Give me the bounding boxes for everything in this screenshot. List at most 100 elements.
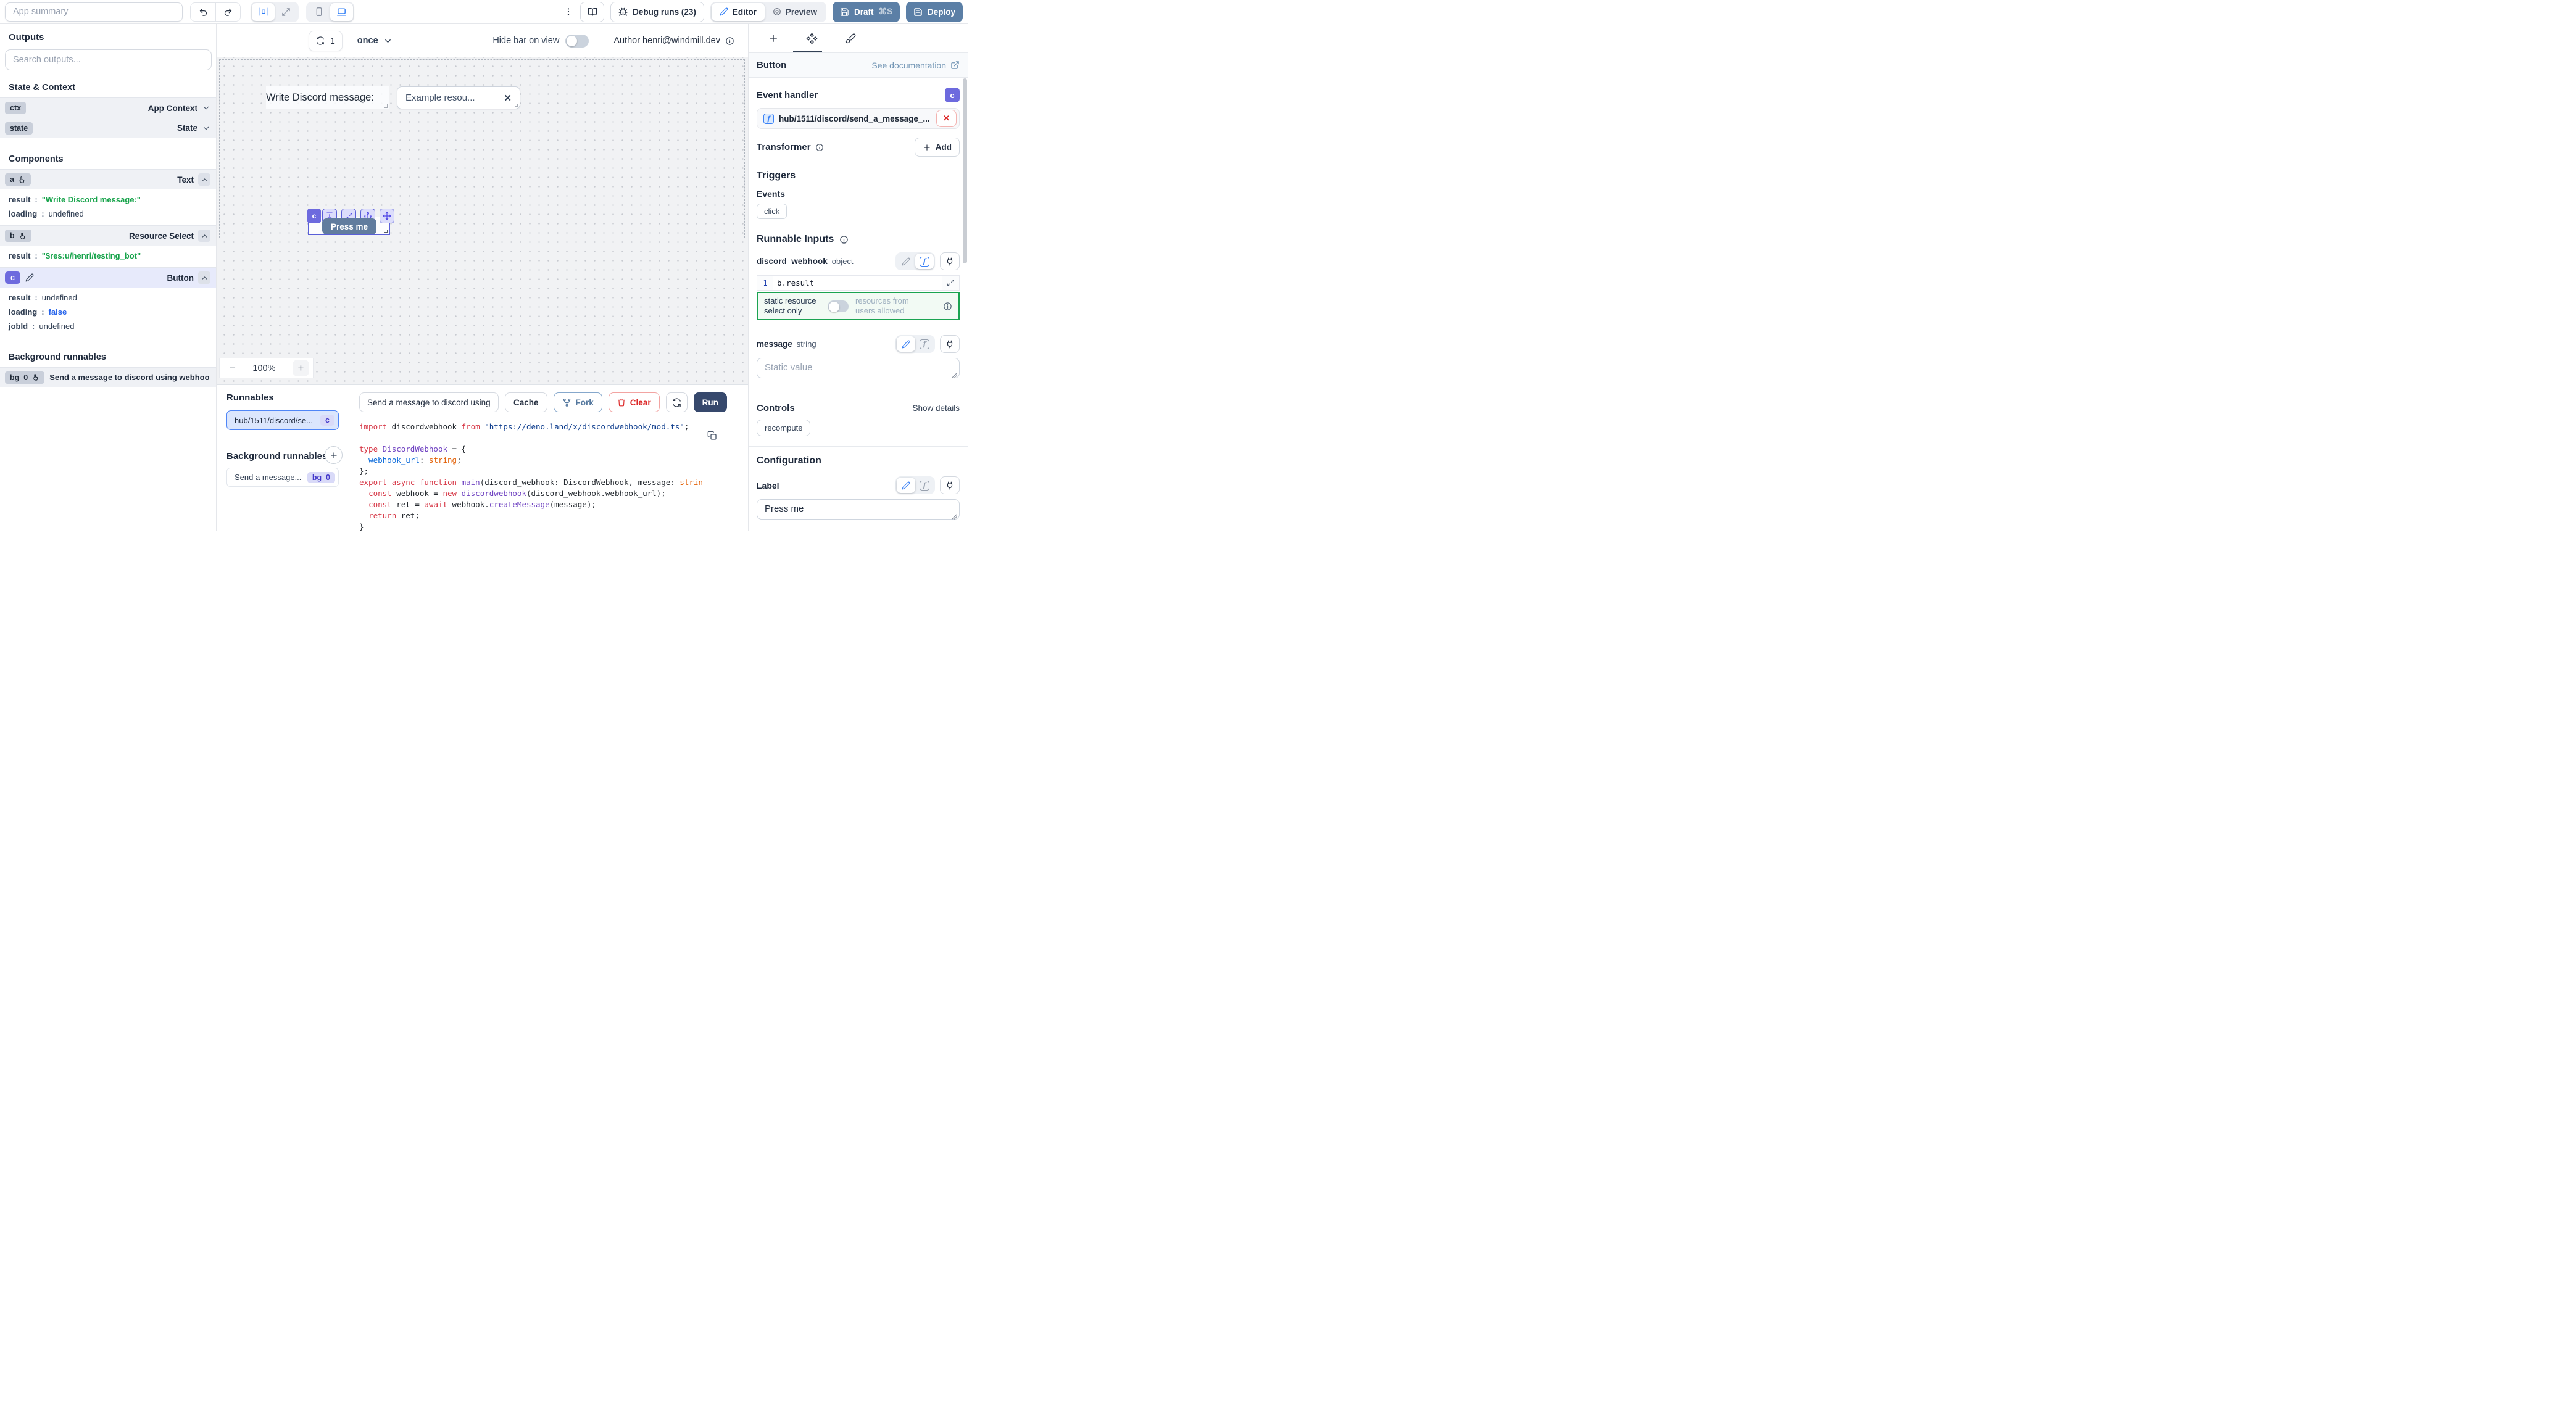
fork-button[interactable]: Fork — [554, 392, 602, 412]
info-icon[interactable] — [815, 143, 824, 152]
resize-grip[interactable] — [384, 230, 388, 233]
top-toolbar: Debug runs (23) Editor Preview Draft ⌘S — [0, 0, 968, 24]
component-c-outputs: result:undefined loading:false jobId:und… — [0, 288, 216, 338]
tab-insert-plus-icon[interactable] — [768, 33, 779, 44]
more-menu-button[interactable] — [563, 7, 574, 17]
frequency-dropdown[interactable]: once — [357, 36, 393, 46]
topbar-right: Debug runs (23) Editor Preview Draft ⌘S — [563, 2, 963, 22]
add-transformer-button[interactable]: Add — [915, 138, 960, 157]
connect-plug-button[interactable] — [940, 335, 960, 353]
resize-grip[interactable] — [384, 104, 388, 108]
draft-button[interactable]: Draft ⌘S — [833, 2, 900, 22]
background-runnable-row[interactable]: bg_0 Send a message to discord using web… — [0, 367, 216, 387]
redo-button[interactable] — [215, 3, 240, 21]
label-value-input[interactable]: Press me — [757, 499, 960, 520]
resource-select-component[interactable]: Example resou... ✕ — [397, 86, 520, 109]
preview-tab-label: Preview — [786, 7, 817, 17]
app-summary-input[interactable] — [5, 2, 183, 22]
zoom-in-button[interactable]: + — [293, 360, 309, 376]
component-row-c-selected[interactable]: c Button — [0, 267, 216, 288]
resize-grip[interactable] — [515, 104, 518, 107]
tab-component-settings-icon[interactable] — [806, 33, 818, 44]
scrollbar-thumb[interactable] — [963, 78, 967, 263]
runnable-name-input[interactable] — [359, 392, 499, 412]
plug-icon — [945, 340, 954, 349]
bg-item-badge: bg_0 — [307, 472, 335, 483]
mobile-view-button[interactable] — [307, 3, 330, 21]
pointer-hand-icon — [31, 373, 39, 381]
undo-button[interactable] — [191, 3, 215, 21]
press-me-button[interactable]: Press me — [322, 218, 376, 234]
clear-selection-icon[interactable]: ✕ — [504, 93, 512, 104]
debug-runs-button[interactable]: Debug runs (23) — [610, 2, 704, 22]
expand-editor-icon[interactable] — [947, 279, 955, 287]
recompute-chip[interactable]: recompute — [757, 420, 810, 436]
expression-editor[interactable]: 1 b.result — [757, 275, 960, 291]
copy-code-icon[interactable] — [707, 431, 717, 441]
cache-button[interactable]: Cache — [505, 392, 547, 412]
remove-handler-button[interactable]: ✕ — [936, 110, 957, 127]
app-canvas[interactable]: Write Discord message: Example resou... … — [217, 57, 748, 384]
connect-plug-button[interactable] — [940, 476, 960, 494]
desktop-view-button[interactable] — [330, 3, 353, 21]
expression-mode-button[interactable]: f — [915, 478, 934, 493]
text-component[interactable]: Write Discord message: — [266, 86, 389, 109]
tab-preview[interactable]: Preview — [765, 3, 825, 21]
expression-mode-button[interactable]: f — [915, 336, 934, 352]
hide-bar-toggle[interactable] — [565, 35, 589, 48]
info-icon[interactable] — [839, 235, 849, 244]
see-documentation-link[interactable]: See documentation — [871, 60, 960, 70]
tab-editor[interactable]: Editor — [712, 3, 765, 21]
message-static-value-input[interactable] — [757, 358, 960, 378]
plus-icon — [923, 143, 931, 152]
docs-book-button[interactable] — [580, 2, 604, 22]
function-icon: f — [763, 114, 774, 124]
chevron-down-icon[interactable] — [202, 104, 210, 112]
chevron-down-icon[interactable] — [202, 124, 210, 133]
windmill-app-editor: Debug runs (23) Editor Preview Draft ⌘S — [0, 0, 968, 531]
device-toggle-group — [306, 2, 354, 22]
resize-grip-icon[interactable] — [952, 514, 957, 520]
clear-button[interactable]: Clear — [609, 392, 660, 412]
run-button[interactable]: Run — [694, 392, 727, 412]
component-row-a[interactable]: a Text — [0, 169, 216, 189]
output-row-ctx[interactable]: ctx App Context — [0, 97, 216, 118]
search-outputs-input[interactable] — [5, 49, 212, 70]
resource-mode-toggle[interactable] — [828, 300, 849, 312]
collapse-button[interactable] — [198, 230, 210, 242]
selected-button-component[interactable]: c Press me — [308, 217, 390, 235]
triggers-title: Triggers — [757, 170, 960, 181]
connect-plug-button[interactable] — [940, 252, 960, 270]
static-mode-button[interactable] — [897, 254, 915, 269]
static-mode-button[interactable] — [897, 478, 915, 493]
deploy-button[interactable]: Deploy — [906, 2, 963, 22]
fullscreen-layout-button[interactable] — [275, 3, 297, 21]
code-editor[interactable]: import discordwebhook from "https://deno… — [349, 418, 748, 531]
state-context-title: State & Context — [9, 83, 207, 93]
tab-styling-brush-icon[interactable] — [845, 33, 856, 44]
collapse-button[interactable] — [198, 271, 210, 284]
output-row-state[interactable]: state State — [0, 118, 216, 138]
runnable-item-badge: c — [320, 415, 334, 426]
event-handler-item[interactable]: f hub/1511/discord/send_a_message_... ✕ — [757, 108, 960, 129]
component-row-b[interactable]: b Resource Select — [0, 225, 216, 246]
info-icon[interactable] — [725, 36, 734, 46]
input-message-name: message — [757, 339, 792, 349]
expression-mode-button[interactable]: f — [915, 254, 934, 269]
runnables-title: Runnables — [226, 392, 339, 403]
runnable-item-selected[interactable]: hub/1511/discord/se... c — [226, 410, 339, 430]
center-layout-button[interactable] — [252, 3, 275, 21]
component-b-type: Resource Select — [129, 231, 194, 241]
show-details-link[interactable]: Show details — [912, 404, 960, 413]
zoom-out-button[interactable]: − — [230, 362, 236, 375]
text-component-value: Write Discord message: — [266, 92, 374, 104]
info-icon[interactable] — [943, 302, 952, 311]
add-background-runnable-button[interactable] — [325, 446, 343, 464]
collapse-button[interactable] — [198, 173, 210, 186]
refresh-run-button[interactable] — [666, 392, 688, 412]
refresh-count-box[interactable]: 1 — [309, 31, 343, 51]
resize-grip-icon[interactable] — [952, 373, 957, 378]
static-mode-button[interactable] — [897, 336, 915, 352]
move-button[interactable] — [380, 209, 394, 223]
background-runnable-item[interactable]: Send a message... bg_0 — [226, 468, 339, 487]
